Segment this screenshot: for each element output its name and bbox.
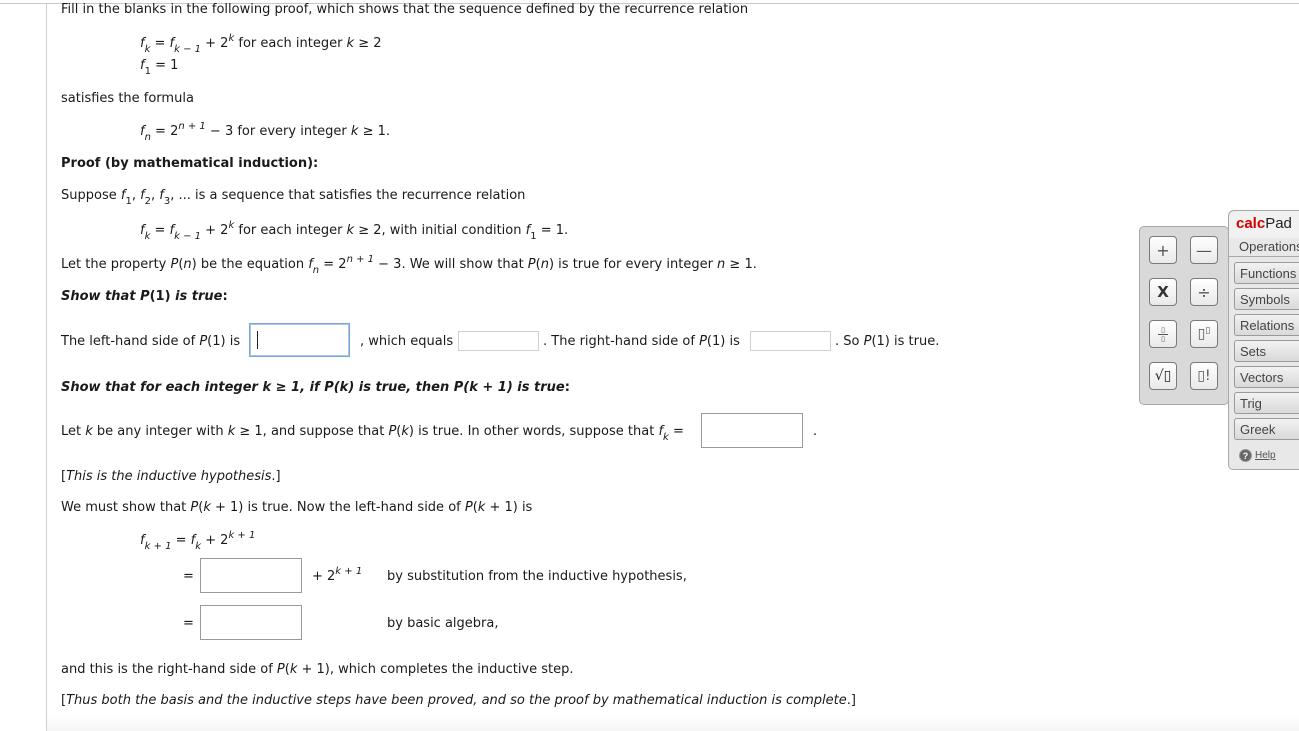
factorial-icon: ▯! bbox=[1197, 368, 1211, 384]
hypothesis-text: Let k be any integer with k ≥ 1, and sup… bbox=[61, 424, 684, 443]
category-greek[interactable]: Greek bbox=[1234, 418, 1299, 440]
basis-rhs-label: . The right-hand side of P(1) is bbox=[543, 334, 740, 349]
fraction-button[interactable]: ▯ ▯ bbox=[1149, 320, 1177, 348]
basis-conclusion: . So P(1) is true. bbox=[835, 334, 940, 349]
proof-heading: Proof (by mathematical induction): bbox=[61, 156, 319, 171]
period: . bbox=[813, 424, 818, 439]
basis-heading: Show that P(1) is true: bbox=[61, 289, 228, 304]
hypothesis-note: [This is the inductive hypothesis.] bbox=[61, 469, 281, 484]
exponent-button[interactable]: ▯▯ bbox=[1190, 320, 1218, 348]
basis-lhs-input[interactable] bbox=[249, 323, 350, 357]
step2-equals: = bbox=[183, 569, 194, 584]
basis-lhs-label: The left-hand side of P(1) is bbox=[61, 334, 241, 349]
plus-icon: + bbox=[1156, 240, 1170, 260]
hypothesis-input[interactable] bbox=[701, 413, 803, 448]
left-border bbox=[46, 3, 47, 731]
category-vectors[interactable]: Vectors bbox=[1234, 366, 1299, 388]
minus-icon: — bbox=[1196, 240, 1212, 260]
initial-condition: f1 = 1 bbox=[140, 58, 179, 77]
category-sets[interactable]: Sets bbox=[1234, 340, 1299, 362]
plus-button[interactable]: + bbox=[1149, 236, 1177, 264]
must-show-text: We must show that P(k + 1) is true. Now … bbox=[61, 500, 533, 515]
exponent-icon: ▯▯ bbox=[1197, 326, 1211, 342]
help-label[interactable]: Help bbox=[1255, 450, 1276, 461]
intro-text: Fill in the blanks in the following proo… bbox=[61, 2, 749, 17]
recurrence-restated: fk = fk − 1 + 2k for each integer k ≥ 2,… bbox=[140, 220, 569, 242]
inductive-heading: Show that for each integer k ≥ 1, if P(k… bbox=[61, 380, 570, 395]
category-functions[interactable]: Functions bbox=[1234, 262, 1299, 284]
step1-equation: fk + 1 = fk + 2k + 1 bbox=[140, 530, 256, 552]
calcpad-header: calcPad bbox=[1228, 210, 1299, 238]
satisfies-text: satisfies the formula bbox=[61, 91, 194, 106]
calcpad-logo-calc: calc bbox=[1236, 215, 1266, 232]
step2-plus-term: + 2k + 1 bbox=[312, 566, 363, 585]
divide-icon: ÷ bbox=[1197, 282, 1211, 302]
substitution-input[interactable] bbox=[200, 558, 302, 593]
bottom-fade bbox=[47, 715, 1299, 731]
basis-lhs-value-input[interactable] bbox=[458, 331, 539, 351]
calcpad-logo-pad: Pad bbox=[1265, 215, 1292, 232]
category-trig[interactable]: Trig bbox=[1234, 392, 1299, 414]
step3-equals: = bbox=[183, 616, 194, 631]
help-icon: ? bbox=[1239, 449, 1252, 462]
minus-button[interactable]: — bbox=[1190, 236, 1218, 264]
which-equals-label: , which equals bbox=[360, 334, 454, 349]
multiply-icon: X bbox=[1157, 283, 1169, 301]
final-note: [Thus both the basis and the inductive s… bbox=[61, 693, 856, 708]
calcpad-separator bbox=[1228, 256, 1299, 257]
suppose-text: Suppose f1, f2, f3, ... is a sequence th… bbox=[61, 188, 526, 207]
divide-button[interactable]: ÷ bbox=[1190, 278, 1218, 306]
sqrt-button[interactable]: √▯ bbox=[1149, 362, 1177, 390]
operations-tab[interactable]: Operations bbox=[1239, 239, 1299, 254]
sqrt-icon: √▯ bbox=[1154, 368, 1172, 384]
closed-formula: fn = 2n + 1 − 3 for every integer k ≥ 1. bbox=[140, 121, 390, 143]
factorial-button[interactable]: ▯! bbox=[1190, 362, 1218, 390]
basis-rhs-input[interactable] bbox=[750, 331, 831, 351]
category-relations[interactable]: Relations bbox=[1234, 314, 1299, 336]
conclusion-text: and this is the right-hand side of P(k +… bbox=[61, 662, 574, 677]
category-symbols[interactable]: Symbols bbox=[1234, 288, 1299, 310]
property-definition: Let the property P(n) be the equation fn… bbox=[61, 254, 757, 276]
help-link[interactable]: ? Help bbox=[1239, 449, 1276, 462]
step2-reason: by substitution from the inductive hypot… bbox=[387, 569, 687, 584]
multiply-button[interactable]: X bbox=[1149, 278, 1177, 306]
recurrence-equation: fk = fk − 1 + 2k for each integer k ≥ 2 bbox=[140, 33, 382, 55]
step3-reason: by basic algebra, bbox=[387, 616, 499, 631]
algebra-input[interactable] bbox=[200, 605, 302, 640]
fraction-icon: ▯ ▯ bbox=[1158, 326, 1168, 343]
text-cursor bbox=[257, 331, 258, 349]
